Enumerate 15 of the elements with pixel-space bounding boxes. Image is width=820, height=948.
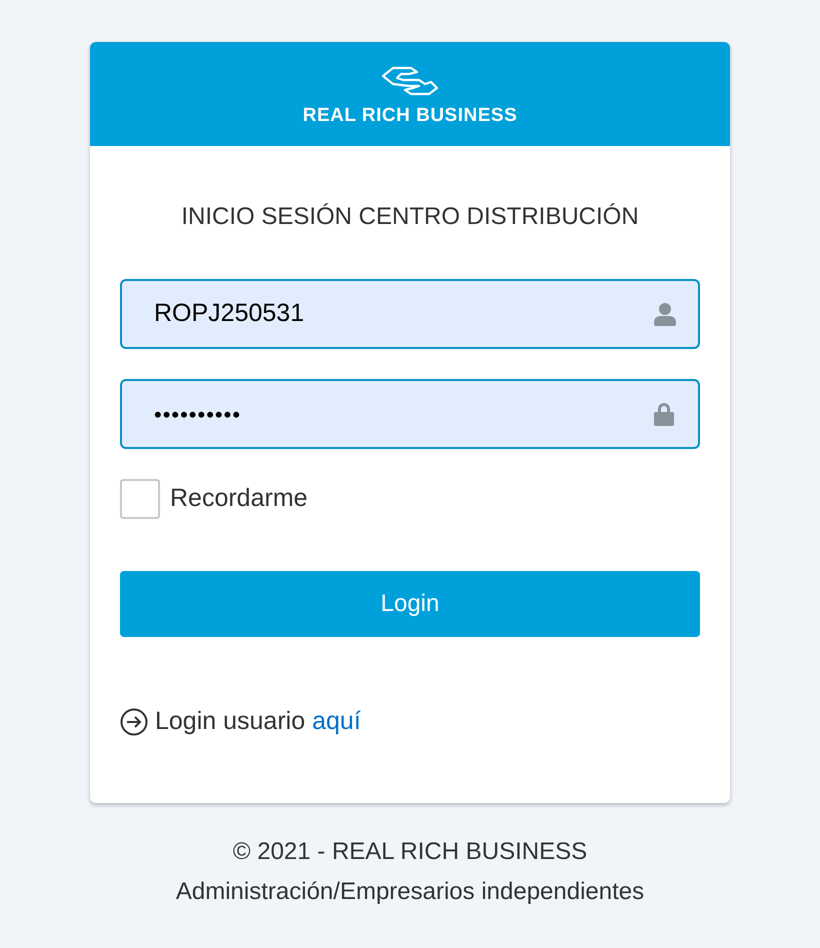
username-value: ROPJ250531 <box>154 298 306 330</box>
login-title: INICIO SESIÓN CENTRO DISTRIBUCIÓN <box>180 202 640 232</box>
footer-text: © 2021 - REAL RICH BUSINESS <box>232 836 588 866</box>
password-value: •••••••••• <box>154 400 242 428</box>
user-login-text: Login usuario <box>155 706 306 737</box>
password-field[interactable]: •••••••••• <box>120 379 700 449</box>
footer-text: Administración/Empresarios independientes <box>176 876 644 906</box>
remember-label: Recordarme <box>170 483 308 514</box>
username-field[interactable]: ROPJ250531 <box>120 279 700 349</box>
user-icon <box>654 302 676 326</box>
arrow-circle-icon <box>120 708 148 736</box>
remember-checkbox[interactable] <box>120 479 160 519</box>
logo-text: REAL RICH BUSINESS <box>302 106 518 124</box>
lock-icon <box>654 402 674 426</box>
here-link[interactable]: aquí <box>312 703 361 740</box>
